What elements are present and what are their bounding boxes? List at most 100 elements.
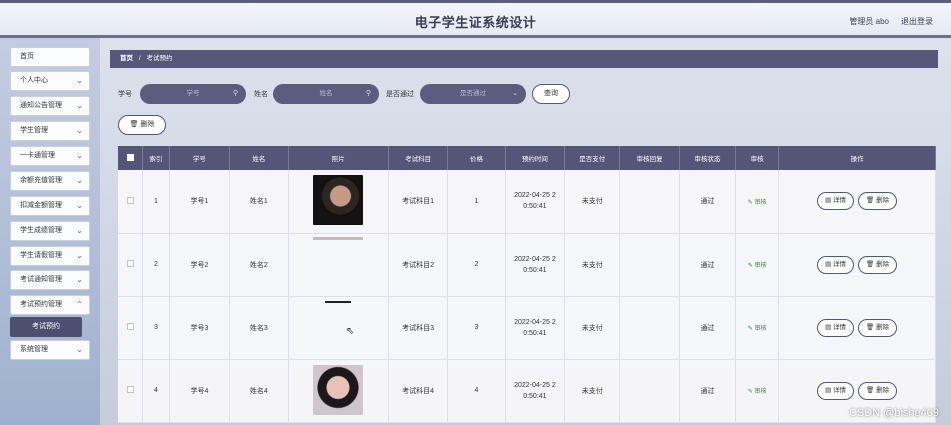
mouse-cursor-icon: ⇖ xyxy=(346,326,355,337)
passed-placeholder: 是否通过 xyxy=(460,90,486,97)
row-checkbox[interactable] xyxy=(118,296,144,360)
cell-name: 姓名1 xyxy=(229,170,289,234)
cell-paid: 未支付 xyxy=(564,359,621,423)
sidebar-item-recharge[interactable]: 余额充值管理 ⌄ xyxy=(10,171,90,191)
detail-button[interactable]: ▤ 详情 xyxy=(817,381,855,400)
student-photo xyxy=(325,301,352,303)
col-header: 是否支付 xyxy=(564,146,621,170)
logout-link[interactable]: 退出登录 xyxy=(901,16,933,27)
table-row: 3 学号3 姓名3 考试科目3 3 2022-04-25 2 0:50:41 未支… xyxy=(118,296,936,360)
table-header-row: 索引 学号 姓名 照片 考试科目 价格 预约时间 是否支付 审核回复 审核状态 … xyxy=(118,146,936,170)
cell-name: 姓名2 xyxy=(229,233,289,297)
sidebar-item-personal-center[interactable]: 个人中心 ⌄ xyxy=(10,71,90,91)
chevron-down-icon: ⌄ xyxy=(76,201,83,210)
cell-photo xyxy=(288,170,389,234)
detail-button[interactable]: ▤ 详情 xyxy=(817,192,855,211)
sidebar-item-label: 通知公告管理 xyxy=(20,102,62,109)
name-input[interactable]: 姓名 ⚲ xyxy=(273,84,379,104)
delete-button[interactable]: 🗑 删除 xyxy=(118,115,166,135)
audit-link[interactable]: ✎ 审核 xyxy=(748,200,767,206)
time-line-2: 0:50:41 xyxy=(523,329,547,337)
row-delete-button[interactable]: 🗑 删除 xyxy=(858,255,898,274)
cell-photo xyxy=(288,296,389,360)
student-photo xyxy=(313,175,364,226)
audit-link[interactable]: ✎ 审核 xyxy=(748,389,767,395)
sidebar-item-exam-booking[interactable]: 考试预约管理 ⌃ xyxy=(10,295,90,315)
row-checkbox[interactable] xyxy=(118,233,144,297)
sidebar: 首页 个人中心 ⌄ 通知公告管理 ⌄ 学生管理 ⌄ 一卡通管理 ⌄ 余额充值管理 ⌄ 扣减… xyxy=(0,38,100,425)
cell-time: 2022-04-25 2 0:50:41 xyxy=(505,233,566,297)
row-delete-button[interactable]: 🗑 删除 xyxy=(858,318,898,337)
audit-link[interactable]: ✎ 审核 xyxy=(748,263,767,269)
row-checkbox[interactable] xyxy=(118,359,144,423)
passed-select[interactable]: 是否通过 ⌄ xyxy=(420,84,526,104)
select-all-checkbox[interactable] xyxy=(118,146,144,170)
audit-link[interactable]: ✎ 审核 xyxy=(748,326,767,332)
sidebar-item-deduct[interactable]: 扣减金额管理 ⌄ xyxy=(10,196,90,216)
time-line-1: 2022-04-25 2 xyxy=(514,192,556,200)
sidebar-item-notice[interactable]: 通知公告管理 ⌄ xyxy=(10,96,90,116)
search-icon: ⚲ xyxy=(232,90,238,97)
chevron-down-icon: ⌄ xyxy=(76,101,83,110)
col-header: 审核状态 xyxy=(679,146,737,170)
cell-price: 2 xyxy=(447,233,506,297)
time-line-1: 2022-04-25 2 xyxy=(514,255,556,263)
query-button[interactable]: 查询 xyxy=(532,84,570,104)
col-header: 考试科目 xyxy=(388,146,449,170)
sidebar-item-label: 扣减金额管理 xyxy=(20,202,62,209)
sidebar-item-home[interactable]: 首页 xyxy=(10,47,90,67)
cell-price: 3 xyxy=(447,296,506,360)
col-header: 审核 xyxy=(735,146,780,170)
sidebar-item-students[interactable]: 学生管理 ⌄ xyxy=(10,121,90,141)
cell-audit[interactable]: ✎ 审核 xyxy=(735,359,780,423)
sidebar-item-card[interactable]: 一卡通管理 ⌄ xyxy=(10,146,90,166)
app-title: 电子学生证系统设计 xyxy=(414,15,537,30)
name-placeholder: 姓名 xyxy=(319,90,333,97)
time-line-2: 0:50:41 xyxy=(523,266,547,274)
row-delete-button[interactable]: 🗑 删除 xyxy=(858,381,898,400)
cell-audit[interactable]: ✎ 审核 xyxy=(735,233,780,297)
row-checkbox[interactable] xyxy=(118,170,144,234)
chevron-down-icon: ⌄ xyxy=(76,151,83,160)
sidebar-item-system[interactable]: 系统管理 ⌄ xyxy=(10,340,90,360)
cell-status: 通过 xyxy=(679,359,737,423)
cell-time: 2022-04-25 2 0:50:41 xyxy=(505,170,566,234)
breadcrumb-home[interactable]: 首页 xyxy=(120,55,133,62)
document-icon: ▤ xyxy=(825,323,832,331)
student-id-placeholder: 学号 xyxy=(186,90,200,97)
chevron-down-icon: ⌄ xyxy=(76,251,83,260)
main-content: 首页 / 考试预约 学号 学号 ⚲ 姓名 姓名 ⚲ 是否通过 是否通过 ⌄ 查询… xyxy=(110,50,938,423)
detail-button[interactable]: ▤ 详情 xyxy=(817,318,855,337)
detail-label: 详情 xyxy=(833,323,847,331)
delete-button-label: 删除 xyxy=(140,121,155,128)
time-line-1: 2022-04-25 2 xyxy=(514,381,556,389)
cell-index: 2 xyxy=(142,233,170,297)
cell-audit[interactable]: ✎ 审核 xyxy=(735,296,780,360)
cell-status: 通过 xyxy=(679,170,737,234)
student-id-input[interactable]: 学号 ⚲ xyxy=(140,84,246,104)
cell-student-id: 学号1 xyxy=(169,170,231,234)
chevron-up-icon: ⌃ xyxy=(76,300,83,309)
cell-index: 1 xyxy=(142,170,170,234)
chevron-down-icon: ⌄ xyxy=(76,176,83,185)
time-line-2: 0:50:41 xyxy=(523,392,547,400)
chevron-down-icon: ⌄ xyxy=(512,90,518,97)
row-delete-button[interactable]: 🗑 删除 xyxy=(858,192,898,211)
sidebar-item-exam-notice[interactable]: 考试通知管理 ⌄ xyxy=(10,270,90,290)
cell-photo xyxy=(288,233,389,297)
student-photo xyxy=(313,364,364,415)
trash-icon: 🗑 xyxy=(866,323,875,331)
sidebar-item-label: 个人中心 xyxy=(20,77,48,84)
document-icon: ▤ xyxy=(825,386,832,394)
cell-price: 4 xyxy=(447,359,506,423)
cell-reply xyxy=(619,233,680,297)
detail-button[interactable]: ▤ 详情 xyxy=(817,255,855,274)
sidebar-item-grades[interactable]: 学生成绩管理 ⌄ xyxy=(10,221,90,241)
breadcrumb-current: 考试预约 xyxy=(146,55,173,62)
sidebar-subitem-exam-booking[interactable]: 考试预约 xyxy=(10,317,82,337)
breadcrumb-separator: / xyxy=(138,55,141,62)
sidebar-item-leave[interactable]: 学生请假管理 ⌄ xyxy=(10,246,90,266)
cell-subject: 考试科目3 xyxy=(388,296,449,360)
cell-audit[interactable]: ✎ 审核 xyxy=(735,170,780,234)
chevron-down-icon: ⌄ xyxy=(76,275,83,284)
